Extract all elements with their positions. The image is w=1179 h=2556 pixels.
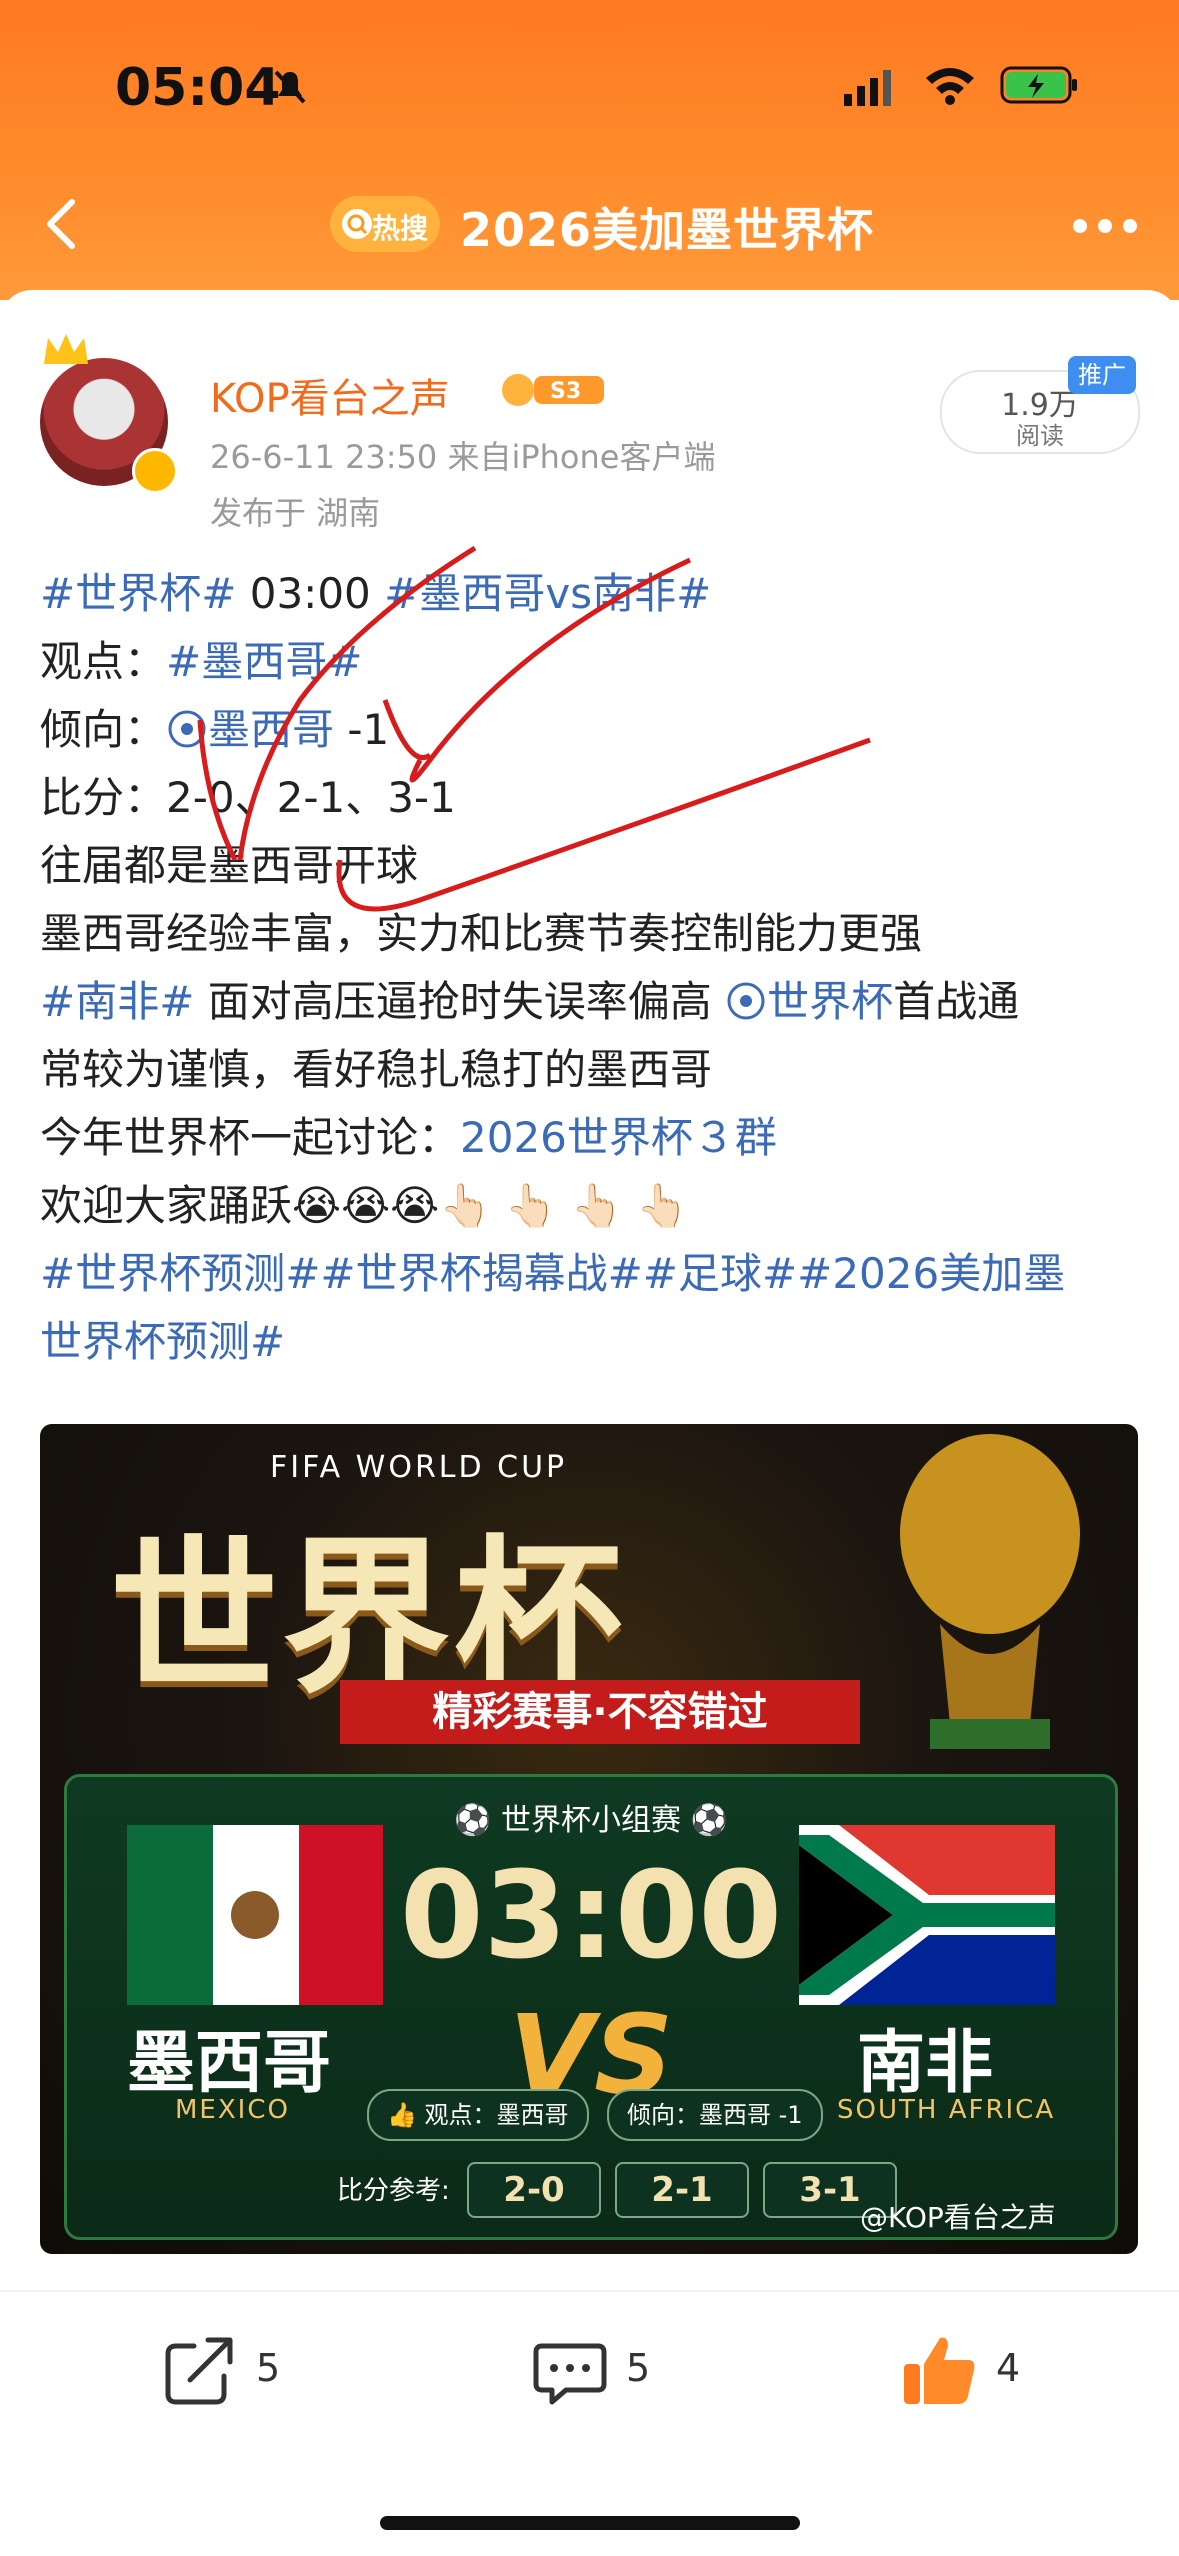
search-icon bbox=[342, 209, 372, 239]
post-text: 面对高压逼抢时失误率偏高 bbox=[194, 977, 726, 1026]
post-text: 今年世界杯一起讨论： bbox=[40, 1113, 461, 1162]
team2-name: 南非 bbox=[857, 2024, 994, 2103]
post-source: 来自iPhone客户端 bbox=[447, 438, 716, 476]
back-arrow-icon[interactable] bbox=[36, 196, 92, 252]
post-line: 欢迎大家踊跃😭😭😭👆🏻 👆🏻 👆🏻 👆🏻 bbox=[40, 1181, 689, 1230]
level-text: S3 bbox=[550, 379, 581, 404]
hashtag-link[interactable]: #墨西哥vs南非# bbox=[384, 569, 711, 618]
post-location: 发布于 湖南 bbox=[210, 494, 381, 532]
football-icon bbox=[727, 982, 765, 1020]
author-name[interactable]: KOP看台之声 bbox=[210, 366, 450, 424]
share-icon bbox=[165, 2337, 233, 2405]
image-watermark: @KOP看台之声 bbox=[860, 2201, 1056, 2234]
crown-icon bbox=[44, 334, 88, 364]
cell-signal-icon bbox=[844, 70, 891, 106]
hot-search-tag[interactable]: 热搜 bbox=[330, 196, 440, 252]
hashtag-link[interactable]: 世界杯预测# bbox=[40, 1308, 1150, 1376]
post-meta: 26-6-11 23:50 来自iPhone客户端 bbox=[210, 432, 715, 478]
nav-bar: 热搜 2026美加墨世界杯 bbox=[0, 180, 1179, 270]
post-text: 03:00 bbox=[236, 569, 385, 618]
comment-icon bbox=[533, 2343, 607, 2405]
status-time: 05:04 bbox=[115, 58, 281, 118]
score-reference-label: 比分参考: bbox=[337, 2176, 450, 2206]
hot-search-label: 热搜 bbox=[372, 212, 429, 245]
post-body: #世界杯# 03:00 #墨西哥vs南非# 观点：#墨西哥# 倾向： 墨西哥 -1… bbox=[40, 560, 1150, 1376]
comment-count: 5 bbox=[626, 2346, 651, 2390]
south-africa-flag-icon bbox=[799, 1825, 1055, 2005]
battery-charging-icon bbox=[1000, 66, 1077, 104]
topic-link[interactable]: 世界杯 bbox=[767, 977, 893, 1026]
read-label: 阅读 bbox=[1016, 422, 1064, 450]
post-text: -1 bbox=[334, 705, 390, 754]
lean-pill: 倾向：墨西哥 -1 bbox=[607, 2089, 823, 2141]
hashtag-link[interactable]: #南非# bbox=[40, 977, 194, 1026]
mute-bell-icon bbox=[274, 70, 306, 104]
post-line: 往届都是墨西哥开球 bbox=[40, 841, 419, 890]
share-count: 5 bbox=[256, 2346, 281, 2390]
team1-name: 墨西哥 bbox=[127, 2024, 332, 2103]
divider bbox=[0, 2290, 1179, 2292]
post-line: #南非# 面对高压逼抢时失误率偏高 世界杯首战通 bbox=[40, 968, 1150, 1036]
page-title: 2026美加墨世界杯 bbox=[460, 203, 875, 257]
like-count: 4 bbox=[996, 2346, 1021, 2390]
hashtag-link[interactable]: #世界杯# bbox=[40, 569, 236, 618]
view-pill: 👍 观点：墨西哥 bbox=[367, 2089, 589, 2141]
post-line: 常较为谨慎，看好稳扎稳打的墨西哥 bbox=[40, 1045, 713, 1094]
hashtag-link[interactable]: #世界杯预测##世界杯揭幕战##足球##2026美加墨 bbox=[40, 1240, 1150, 1308]
home-indicator[interactable] bbox=[380, 2516, 800, 2530]
post-date: 26-6-11 23:50 bbox=[210, 438, 438, 476]
thumbs-up-icon bbox=[904, 2337, 975, 2404]
wifi-icon bbox=[926, 68, 974, 105]
post-text: 倾向： bbox=[40, 705, 167, 754]
score-box: 2-1 bbox=[615, 2162, 749, 2218]
mexico-flag-icon bbox=[127, 1825, 383, 2005]
match-poster-image[interactable]: FIFA WORLD CUP 世界杯 精彩赛事·不容错过 ⚽ 世界杯小组赛 ⚽ … bbox=[40, 1424, 1138, 2254]
poster-fifa-text: FIFA WORLD CUP bbox=[270, 1450, 568, 1485]
more-options-icon[interactable] bbox=[1070, 216, 1140, 236]
post-text: 观点： bbox=[40, 637, 167, 686]
score-box: 2-0 bbox=[467, 2162, 601, 2218]
post-line: #世界杯# 03:00 #墨西哥vs南非# bbox=[40, 560, 1150, 628]
level-badge-icon: S3 bbox=[502, 374, 604, 406]
trophy-icon bbox=[900, 1434, 1080, 1749]
post-line: 倾向： 墨西哥 -1 bbox=[40, 696, 1150, 764]
match-panel: ⚽ 世界杯小组赛 ⚽ 03:00 VS 墨西哥 MEXICO 南非 SOUTH … bbox=[64, 1774, 1118, 2240]
football-icon bbox=[168, 710, 206, 748]
promo-badge[interactable]: 推广 bbox=[1068, 356, 1136, 394]
team2-english: SOUTH AFRICA bbox=[837, 2095, 1056, 2125]
topic-link[interactable]: 墨西哥 bbox=[208, 705, 334, 754]
status-bar: 05:04 bbox=[0, 50, 1179, 130]
team1-english: MEXICO bbox=[175, 2095, 290, 2125]
post-text: 首战通 bbox=[893, 977, 1020, 1026]
post-line: 墨西哥经验丰富，实力和比赛节奏控制能力更强 bbox=[40, 909, 923, 958]
hashtag-link[interactable]: #墨西哥# bbox=[166, 637, 362, 686]
post-line: 比分：2-0、2-1、3-1 bbox=[40, 773, 456, 822]
post-line: 观点：#墨西哥# bbox=[40, 628, 1150, 696]
poster-tagline: 精彩赛事·不容错过 bbox=[340, 1680, 860, 1744]
group-chat-link[interactable]: 2026世界杯３群 bbox=[460, 1113, 777, 1162]
verified-badge-icon bbox=[132, 448, 178, 494]
post-line: 今年世界杯一起讨论：2026世界杯３群 bbox=[40, 1104, 1150, 1172]
